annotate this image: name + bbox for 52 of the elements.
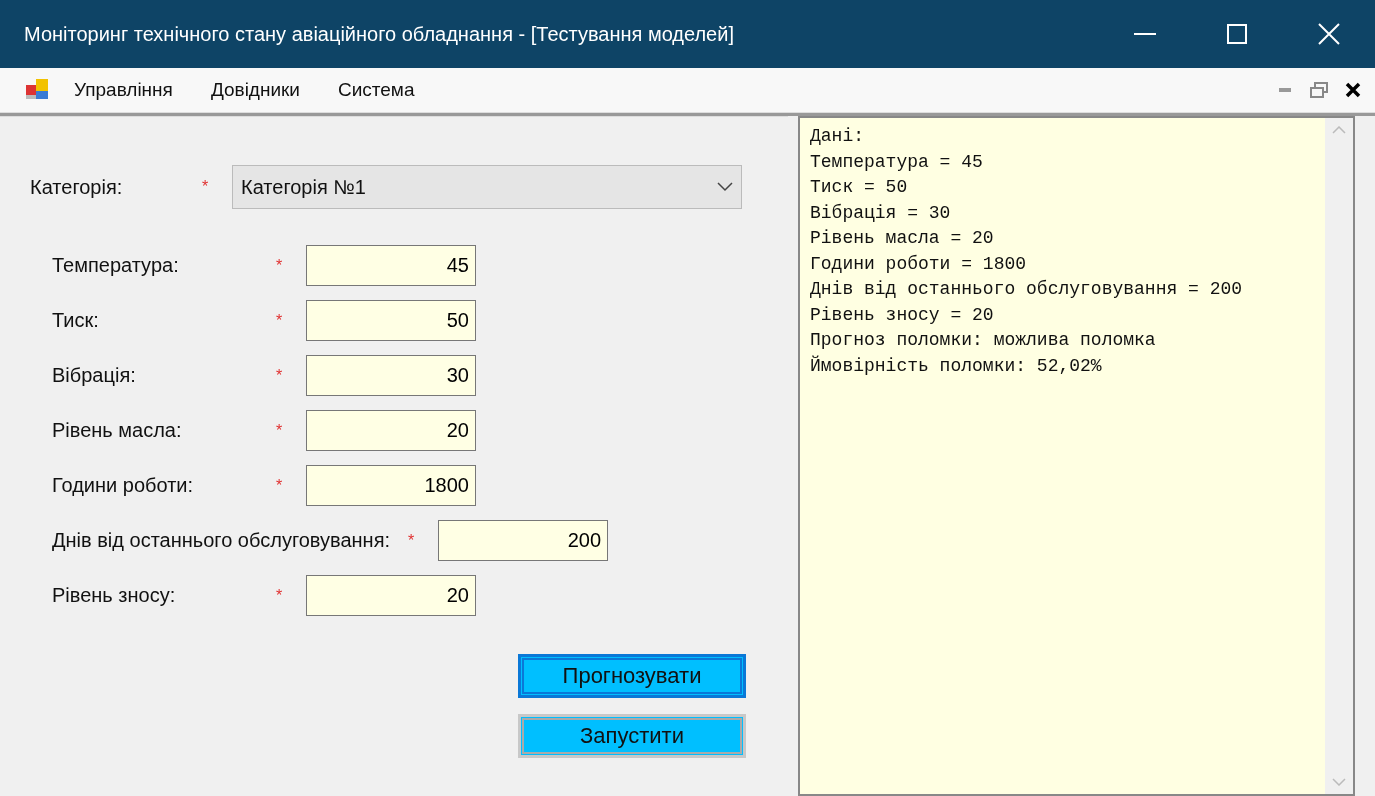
category-dropdown[interactable]: Категорія №1 [232,165,742,209]
required-mark: * [202,178,210,196]
chevron-up-icon [1332,126,1346,134]
required-mark: * [408,531,416,550]
field-label: Днів від останнього обслуговування: [52,529,391,552]
field-label: Температура: [52,254,180,277]
field-label: Тиск: [52,309,100,332]
required-mark: * [276,256,284,275]
output-line: Години роботи = 1800 [810,252,1028,276]
input-field[interactable]: 20 [306,575,476,616]
field-label: Години роботи: [52,474,195,497]
window-title: Моніторинг технічного стану авіаційного обладнання - [Тестування моделей] [24,22,735,46]
input-field[interactable]: 200 [438,520,609,561]
field-label: Категорія: [30,175,124,199]
app-icon [26,79,50,101]
menu-item[interactable]: Система [338,79,415,101]
input-field[interactable]: 20 [306,410,476,451]
field-label: Рівень зносу: [52,584,177,607]
output-line: Днів від останнього обслуговування = 200 [810,278,1244,301]
menu-item[interactable]: Управління [74,79,173,101]
output-line: Тиск = 50 [810,176,909,199]
close-icon [1345,82,1361,98]
scrollbar[interactable] [1325,118,1353,794]
menu-item[interactable]: Довідники [210,79,300,101]
output-text-area[interactable] [798,116,1355,796]
required-mark: * [276,311,284,330]
required-mark: * [276,476,284,495]
input-field[interactable]: 45 [306,245,476,286]
field-label: Вібрація: [52,364,137,387]
required-mark: * [276,586,284,605]
input-field[interactable]: 30 [306,355,476,396]
chevron-down-icon [1332,778,1346,786]
maximize-icon [1227,24,1247,44]
output-line: Температура = 45 [810,150,984,174]
output-line: Ймовірність поломки: 52,02% [810,354,1103,378]
minimize-icon [1279,88,1291,92]
required-mark: * [276,366,284,385]
field-label: Рівень масла: [52,419,183,442]
minimize-icon [1134,33,1156,35]
close-icon [1318,23,1340,45]
action-button[interactable]: Прогнозувати [518,654,746,698]
chevron-down-icon [717,182,733,192]
action-button[interactable]: Запустити [518,714,746,758]
restore-icon [1310,82,1328,98]
input-field[interactable]: 50 [306,300,476,341]
output-line: Дані: [810,125,865,148]
output-line: Вібрація = 30 [810,201,952,225]
input-field[interactable]: 1800 [306,465,476,506]
output-line: Прогноз поломки: можлива поломка [810,329,1157,352]
required-mark: * [276,421,284,440]
output-line: Рівень масла = 20 [810,227,995,250]
output-line: Рівень зносу = 20 [810,303,995,327]
